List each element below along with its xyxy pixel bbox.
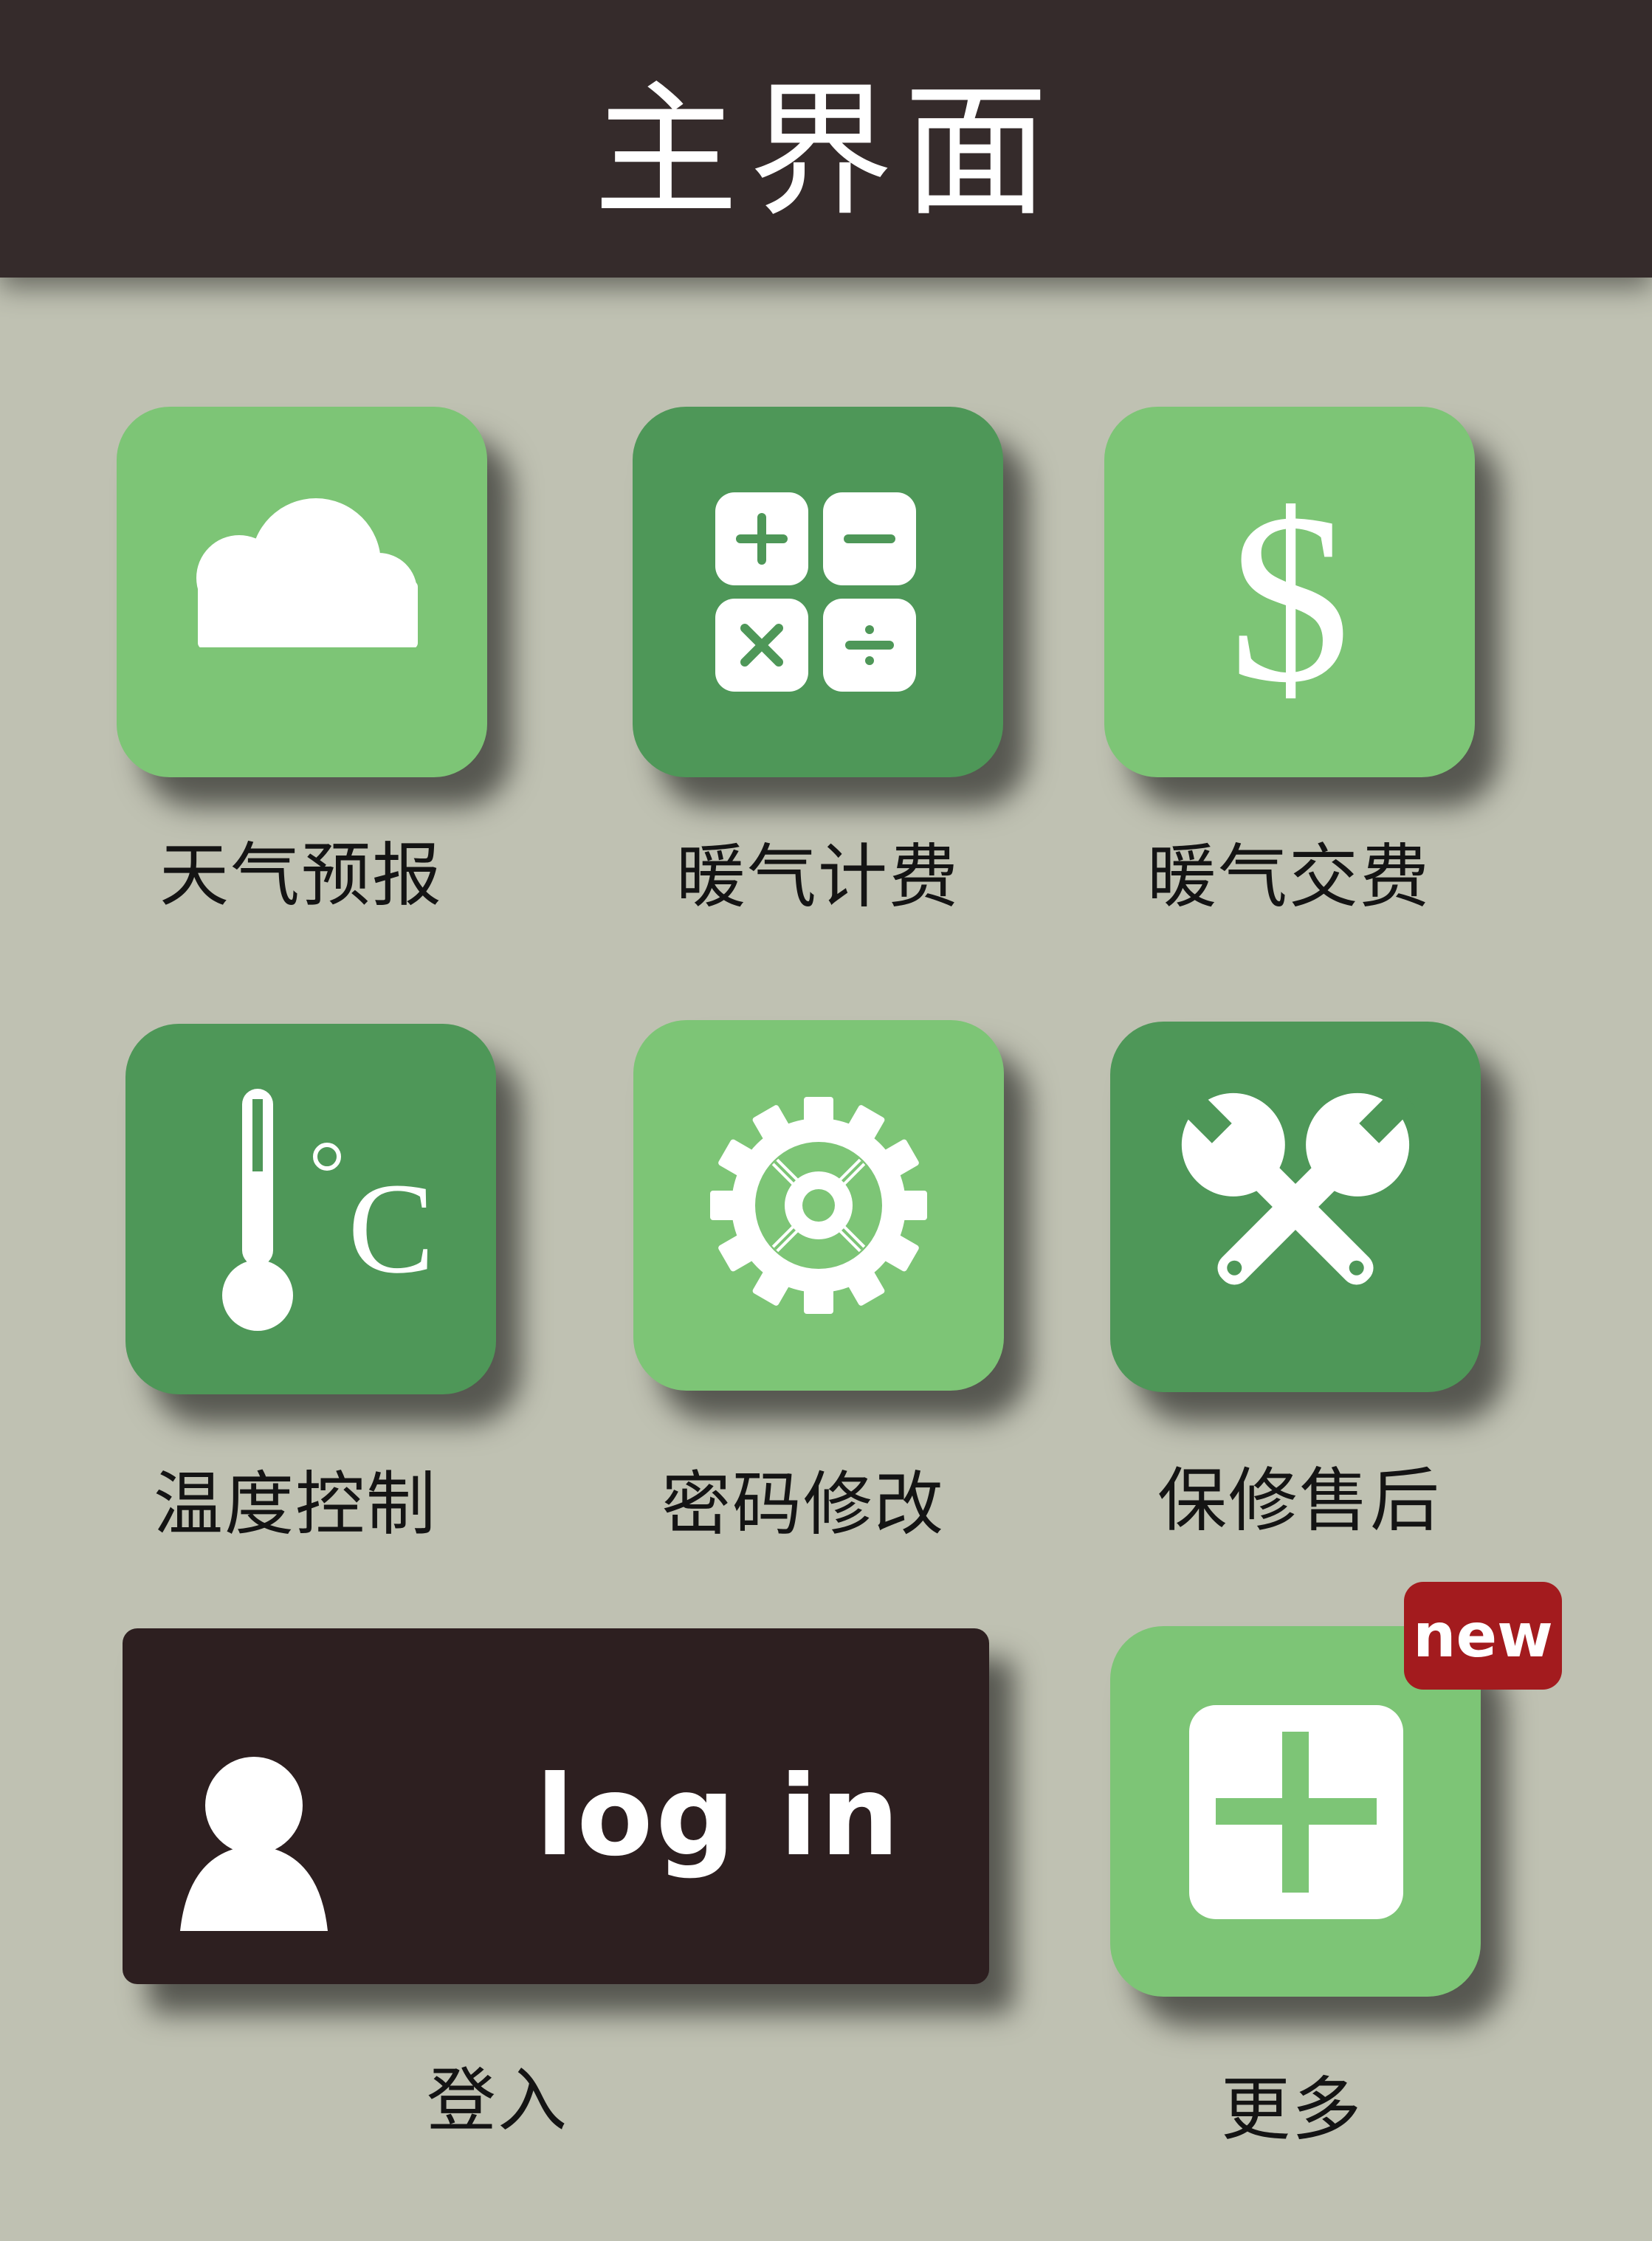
svg-text:$: $ xyxy=(1229,464,1351,733)
cloud-icon xyxy=(117,498,487,677)
heating-payment-tile[interactable]: $ xyxy=(1104,407,1475,777)
thermometer-icon: C xyxy=(222,1089,435,1331)
heating-billing-tile[interactable] xyxy=(633,407,1003,777)
dollar-icon: $ xyxy=(1229,464,1351,733)
weather-forecast-tile[interactable] xyxy=(117,407,487,777)
login-label: 登入 xyxy=(426,2061,568,2141)
temperature-control-tile[interactable]: C xyxy=(125,1024,496,1394)
gear-icon xyxy=(710,1097,927,1314)
password-change-tile[interactable] xyxy=(633,1020,1004,1391)
svg-text:C: C xyxy=(348,1157,434,1301)
tile-label-billing: 暖气计费 xyxy=(675,837,960,918)
more-label: 更多 xyxy=(1220,2070,1363,2150)
tile-label-temperature: 温度控制 xyxy=(153,1464,437,1545)
tile-label-payment: 暖气交费 xyxy=(1146,837,1431,918)
wrench-icon xyxy=(1175,1087,1416,1285)
tile-label-password: 密码修改 xyxy=(661,1464,945,1545)
calculator-icon xyxy=(715,492,916,692)
user-icon xyxy=(180,1757,328,1931)
repair-service-tile[interactable] xyxy=(1110,1022,1481,1392)
page-title: 主界面 xyxy=(593,67,1059,236)
tile-label-repair: 保修售后 xyxy=(1157,1461,1441,1541)
new-badge: new xyxy=(1404,1582,1562,1690)
header-bar: 主界面 xyxy=(0,0,1652,278)
login-button-text: log in xyxy=(536,1752,903,1881)
login-button[interactable]: log in xyxy=(123,1628,989,1984)
tile-label-weather: 天气预报 xyxy=(159,836,443,916)
